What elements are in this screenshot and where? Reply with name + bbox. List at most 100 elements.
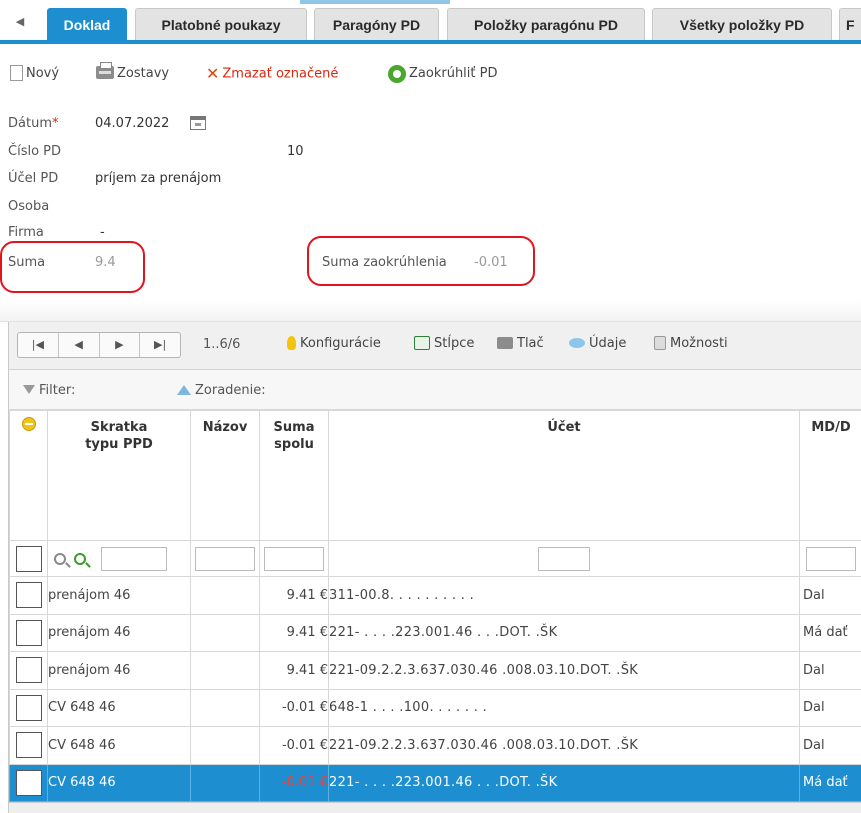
pager-controls: |◀ ◀ ▶ ▶|	[17, 332, 181, 358]
prev-page-button[interactable]: ◀	[59, 333, 100, 357]
row-checkbox[interactable]	[16, 582, 42, 609]
items-grid: |◀ ◀ ▶ ▶| 1..6/6 Konfigurácie Stĺpce Tla…	[8, 322, 861, 813]
grid-pager: |◀ ◀ ▶ ▶| 1..6/6 Konfigurácie Stĺpce Tla…	[9, 322, 861, 370]
refresh-round-icon	[388, 64, 406, 83]
tab-polozky-paragonu-pd[interactable]: Položky paragónu PD	[447, 8, 645, 41]
row-type-cell: prenájom 46	[47, 613, 191, 652]
columns-icon	[414, 335, 430, 350]
row-name-cell	[190, 576, 260, 615]
company-label: Firma	[8, 225, 44, 240]
options-button[interactable]: Možnosti	[654, 335, 728, 351]
next-page-button[interactable]: ▶	[100, 333, 141, 357]
row-type-cell: prenájom 46	[47, 651, 191, 690]
row-sum-cell: 9.41 €	[259, 651, 329, 690]
type-header-label: Skratka typu PPD	[85, 420, 153, 452]
new-document-icon	[10, 64, 23, 81]
row-checkbox[interactable]	[16, 769, 42, 796]
sum-header-label: Suma spolu	[273, 420, 315, 452]
date-value[interactable]: 04.07.2022	[95, 116, 169, 131]
sort-label: Zoradenie:	[195, 383, 266, 398]
row-select-cell	[9, 726, 48, 765]
first-page-button[interactable]: |◀	[18, 333, 59, 357]
table-row[interactable]: CV 648 46 -0.01 €221- . . . .223.001.46 .…	[9, 763, 861, 802]
row-name-cell	[190, 613, 260, 652]
tab-bar: ◀ Doklad Platobné poukazy Paragóny PD Po…	[0, 0, 861, 44]
tab-paragony-pd[interactable]: Paragóny PD	[314, 8, 439, 41]
sort-button[interactable]: Zoradenie:	[177, 383, 266, 398]
row-checkbox[interactable]	[16, 619, 42, 646]
row-account-cell: 311-00.8. . . . . . . . . .	[328, 576, 800, 615]
select-all-checkbox[interactable]	[16, 545, 42, 572]
items-table: Skratka typu PPD Názov Suma spolu Účet M…	[9, 410, 861, 802]
mdd-column-header[interactable]: MD/D	[799, 410, 861, 541]
row-mdd-cell: Má dať	[799, 763, 861, 802]
type-column-header[interactable]: Skratka typu PPD	[47, 410, 191, 541]
calendar-icon[interactable]	[190, 116, 206, 130]
filter-name-cell	[190, 540, 260, 577]
status-column-header[interactable]	[9, 410, 48, 541]
tab-label: Paragóny PD	[332, 17, 421, 33]
name-column-header[interactable]: Názov	[190, 410, 260, 541]
row-select-cell	[9, 651, 48, 690]
row-name-cell	[190, 726, 260, 765]
tab-label: Položky paragónu PD	[474, 17, 618, 33]
filter-name-input[interactable]	[195, 546, 255, 571]
last-page-button[interactable]: ▶|	[140, 333, 180, 357]
row-checkbox[interactable]	[16, 732, 42, 759]
row-name-cell	[190, 651, 260, 690]
row-account-cell: 221- . . . .223.001.46 . . .DOT. .ŠK	[328, 613, 800, 652]
row-mdd-cell: Má dať	[799, 613, 861, 652]
data-button[interactable]: Údaje	[569, 336, 626, 351]
tab-vsetky-polozky-pd[interactable]: Všetky položky PD	[652, 8, 832, 41]
tab-doklad[interactable]: Doklad	[47, 8, 127, 41]
new-button[interactable]: Nový	[10, 64, 59, 84]
table-row[interactable]: CV 648 46 -0.01 €648-1 . . . .100. . . . …	[9, 688, 861, 727]
filter-mdd-input[interactable]	[806, 546, 856, 571]
row-checkbox[interactable]	[16, 694, 42, 721]
tab-platobne-poukazy[interactable]: Platobné poukazy	[135, 8, 307, 41]
table-row[interactable]: prenájom 46 9.41 €311-00.8. . . . . . . .…	[9, 576, 861, 615]
search-icon[interactable]	[54, 552, 66, 565]
table-row[interactable]: prenájom 46 9.41 €221-09.2.2.3.637.030.46…	[9, 651, 861, 690]
rounding-annotation	[307, 236, 535, 286]
printer-icon	[497, 336, 513, 349]
filter-button[interactable]: Filter:	[23, 383, 75, 398]
row-select-cell	[9, 613, 48, 652]
row-select-cell	[9, 576, 48, 615]
round-button-label: Zaokrúhliť PD	[409, 66, 498, 81]
columns-label: Stĺpce	[434, 336, 475, 351]
purpose-value: príjem za prenájom	[95, 171, 222, 186]
grid-bottom-bar	[9, 802, 861, 813]
table-row[interactable]: CV 648 46 -0.01 €221-09.2.2.3.637.030.46 …	[9, 726, 861, 765]
columns-button[interactable]: Stĺpce	[414, 335, 475, 351]
tab-overflow[interactable]: F	[839, 8, 861, 41]
purpose-label: Účel PD	[8, 171, 59, 186]
sum-column-header[interactable]: Suma spolu	[259, 410, 329, 541]
reports-button[interactable]: Zostavy	[96, 62, 169, 84]
row-sum-cell: 9.41 €	[259, 613, 329, 652]
print-button[interactable]: Tlač	[497, 336, 544, 351]
filter-type-input[interactable]	[101, 546, 168, 571]
new-button-label: Nový	[26, 66, 60, 81]
delete-selected-button[interactable]: ✕ Zmazať označené	[206, 64, 338, 84]
filter-label: Filter:	[39, 383, 76, 398]
table-row[interactable]: prenájom 46 9.41 €221- . . . .223.001.46 …	[9, 613, 861, 652]
row-sum-cell: 9.41 €	[259, 576, 329, 615]
config-label: Konfigurácie	[300, 336, 381, 351]
config-button[interactable]: Konfigurácie	[287, 335, 381, 351]
tab-underline	[0, 40, 861, 44]
round-pd-button[interactable]: Zaokrúhliť PD	[388, 64, 497, 84]
row-name-cell	[190, 763, 260, 802]
options-label: Možnosti	[670, 336, 728, 351]
sort-triangle-icon	[177, 384, 191, 395]
account-column-header[interactable]: Účet	[328, 410, 800, 541]
filter-account-input[interactable]	[538, 546, 590, 571]
person-label: Osoba	[8, 199, 50, 214]
row-mdd-cell: Dal	[799, 688, 861, 727]
filter-funnel-icon	[23, 385, 35, 394]
search-green-icon[interactable]	[74, 552, 86, 565]
filter-sum-input[interactable]	[264, 546, 324, 571]
row-checkbox[interactable]	[16, 657, 42, 684]
tab-scroll-left-icon[interactable]: ◀	[12, 14, 28, 30]
tab-label: F	[846, 17, 855, 33]
